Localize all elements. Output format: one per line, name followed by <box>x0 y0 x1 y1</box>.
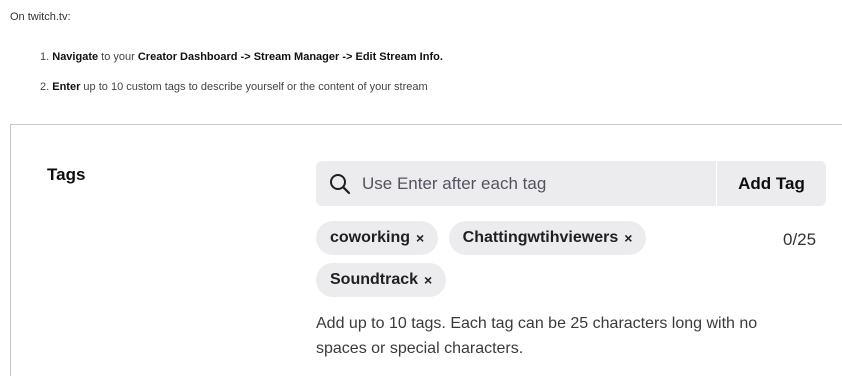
step-text: up to 10 custom tags to describe yoursel… <box>80 81 428 93</box>
step-number: 2. <box>40 81 50 93</box>
step-verb: Navigate <box>52 51 99 63</box>
remove-tag-icon[interactable]: × <box>624 230 632 246</box>
tag-chip: Chattingwtihviewers × <box>448 221 647 255</box>
add-tag-button[interactable]: Add Tag <box>716 161 826 206</box>
instruction-step-1: 1. Navigate to your Creator Dashboard ->… <box>40 50 443 64</box>
tags-help-text: Add up to 10 tags. Each tag can be 25 ch… <box>316 315 758 357</box>
document: On twitch.tv: 1. Navigate to your Creato… <box>0 0 842 376</box>
tag-chip: Soundtrack × <box>316 263 447 297</box>
instruction-step-2: 2. Enter up to 10 custom tags to describ… <box>40 80 443 94</box>
intro-text: On twitch.tv: <box>10 11 71 23</box>
instruction-list: 1. Navigate to your Creator Dashboard ->… <box>40 50 443 110</box>
remove-tag-icon[interactable]: × <box>424 272 432 288</box>
step-verb: Enter <box>52 81 81 93</box>
tag-chip-label: Chattingwtihviewers <box>462 229 619 246</box>
search-icon <box>330 173 351 194</box>
tag-chip-label: Soundtrack <box>330 271 419 288</box>
tag-chip-list: coworking × Chattingwtihviewers × Soundt… <box>316 221 736 305</box>
remove-tag-icon[interactable]: × <box>416 230 424 246</box>
tag-character-counter: 0/25 <box>783 230 817 249</box>
tags-panel: Tags Add Tag 0/25 coworking × Chattingwt… <box>10 124 842 376</box>
step-text: to your <box>98 51 138 63</box>
tag-chip: coworking × <box>316 221 439 255</box>
tag-input[interactable] <box>362 161 716 206</box>
step-number: 1. <box>40 51 50 63</box>
step-path: Creator Dashboard -> Stream Manager -> E… <box>137 51 443 63</box>
tag-search-box: Add Tag <box>316 161 826 206</box>
tags-label: Tags <box>47 165 86 184</box>
tag-chip-label: coworking <box>330 229 411 246</box>
